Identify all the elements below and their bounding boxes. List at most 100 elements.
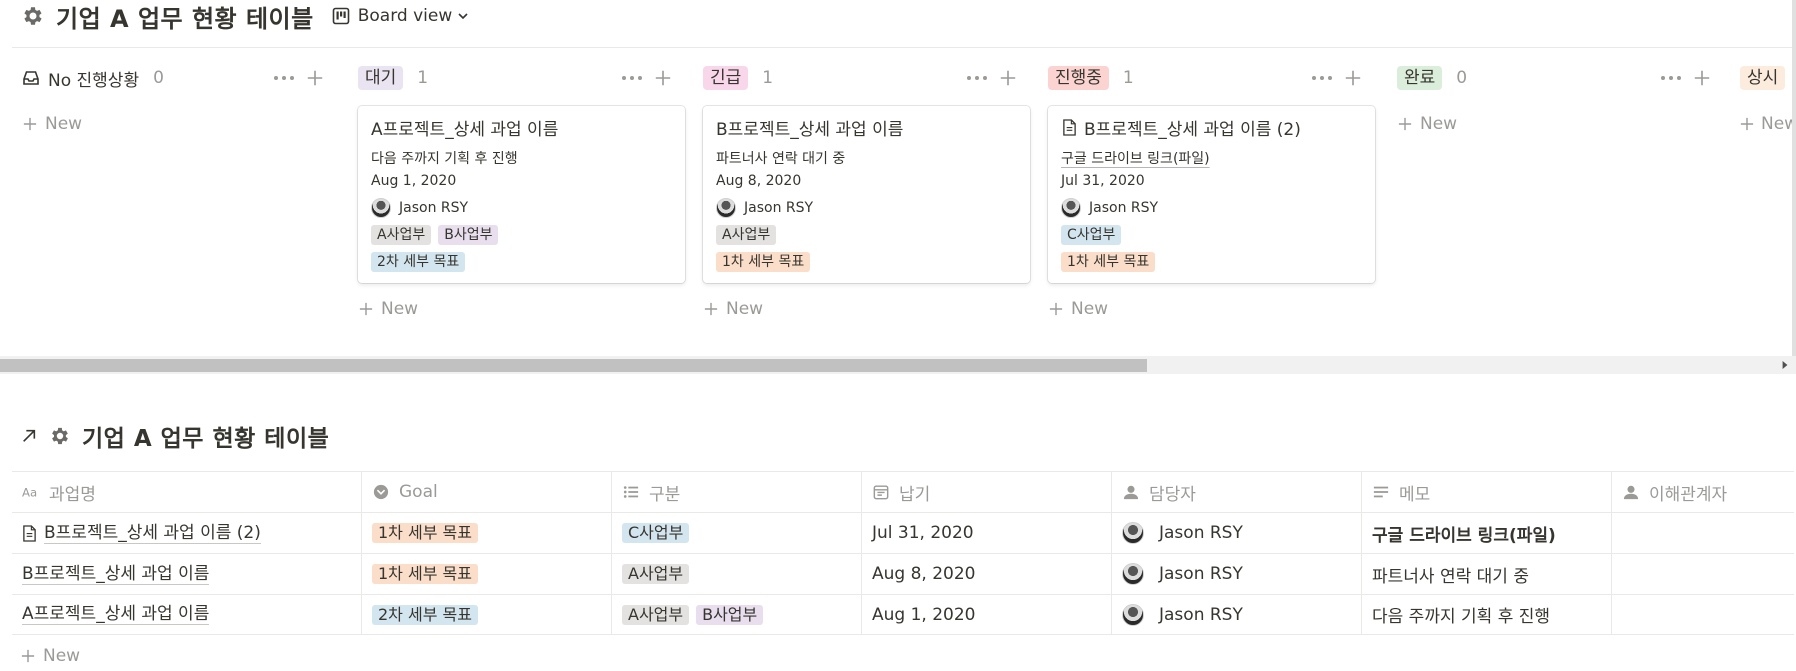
new-label: New	[1071, 299, 1109, 319]
board-card[interactable]: A프로젝트_상세 과업 이름 다음 주까지 기획 후 진행 Aug 1, 202…	[358, 106, 685, 283]
dept-cell[interactable]: A사업부	[612, 554, 862, 594]
more-options-icon[interactable]	[1660, 68, 1682, 88]
new-label: New	[1761, 114, 1792, 134]
goal-tag: 1차 세부 목표	[1061, 252, 1156, 272]
assignee-name: Jason RSY	[1089, 200, 1159, 216]
goal-cell[interactable]: 1차 세부 목표	[362, 554, 612, 594]
due-date-cell[interactable]: Aug 1, 2020	[862, 595, 1112, 634]
column-header-assignee[interactable]: 담당자	[1112, 472, 1362, 512]
assignee-cell[interactable]: Jason RSY	[1112, 595, 1362, 634]
plus-icon	[1048, 301, 1064, 317]
due-date-cell[interactable]: Jul 31, 2020	[862, 513, 1112, 553]
new-card-button[interactable]: New	[1740, 110, 1792, 138]
new-label: New	[43, 646, 81, 666]
plus-icon	[358, 301, 374, 317]
column-actions	[1311, 68, 1363, 88]
avatar	[1122, 522, 1144, 544]
new-card-button[interactable]: New	[22, 110, 337, 138]
board-view-label: Board view	[357, 6, 453, 26]
vertical-scrollbar[interactable]	[1792, 0, 1796, 374]
column-title[interactable]: 진행중	[1048, 66, 1109, 90]
memo-cell[interactable]: 다음 주까지 기획 후 진행	[1362, 595, 1612, 634]
stakeholder-cell[interactable]	[1612, 595, 1794, 634]
new-card-button[interactable]: New	[1397, 110, 1712, 138]
column-header-label: 이해관계자	[1649, 484, 1728, 505]
card-dept-tags: A사업부 B사업부	[371, 224, 672, 246]
add-card-icon[interactable]	[998, 68, 1018, 88]
gear-icon[interactable]	[48, 424, 72, 448]
column-title[interactable]: 긴급	[703, 66, 749, 90]
card-memo[interactable]: 구글 드라이브 링크(파일)	[1061, 148, 1362, 168]
table-new-row-button[interactable]: New	[20, 642, 80, 670]
task-name-cell[interactable]: B프로젝트_상세 과업 이름	[12, 554, 362, 594]
horizontal-scrollbar[interactable]	[0, 356, 1796, 374]
board-card[interactable]: B프로젝트_상세 과업 이름 (2) 구글 드라이브 링크(파일) Jul 31…	[1048, 106, 1375, 283]
document-icon	[22, 524, 37, 542]
card-goal-tags: 1차 세부 목표	[716, 251, 1017, 273]
stakeholder-cell[interactable]	[1612, 554, 1794, 594]
plus-icon	[1740, 116, 1754, 132]
column-header-memo[interactable]: 메모	[1362, 472, 1612, 512]
new-label: New	[726, 299, 764, 319]
memo-cell[interactable]: 파트너사 연락 대기 중	[1362, 554, 1612, 594]
board-view-dropdown[interactable]: Board view	[332, 6, 470, 26]
table-row[interactable]: B프로젝트_상세 과업 이름 (2) 1차 세부 목표 C사업부 Jul 31,…	[12, 512, 1794, 553]
column-title[interactable]: 상시	[1740, 66, 1786, 90]
more-options-icon[interactable]	[273, 68, 295, 88]
dept-cell[interactable]: C사업부	[612, 513, 862, 553]
avatar	[1122, 603, 1144, 626]
column-count: 1	[1122, 68, 1134, 88]
table-row[interactable]: A프로젝트_상세 과업 이름 2차 세부 목표 A사업부 B사업부 Aug 1,…	[12, 594, 1794, 635]
text-lines-icon	[1372, 483, 1390, 501]
column-title: No 진행상황	[48, 70, 140, 91]
task-name[interactable]: B프로젝트_상세 과업 이름	[22, 564, 210, 585]
add-card-icon[interactable]	[653, 68, 673, 88]
table-row[interactable]: B프로젝트_상세 과업 이름 1차 세부 목표 A사업부 Aug 8, 2020…	[12, 553, 1794, 594]
column-header-goal[interactable]: Goal	[362, 472, 612, 512]
board-divider	[12, 47, 1794, 48]
scrollbar-thumb[interactable]	[0, 359, 1147, 372]
due-date-cell[interactable]: Aug 8, 2020	[862, 554, 1112, 594]
dept-tag: B사업부	[438, 225, 499, 245]
add-card-icon[interactable]	[1692, 68, 1712, 88]
more-options-icon[interactable]	[621, 68, 643, 88]
column-header-dept[interactable]: 구분	[612, 472, 862, 512]
assignee-cell[interactable]: Jason RSY	[1112, 554, 1362, 594]
scroll-right-arrow-icon[interactable]	[1780, 360, 1790, 370]
add-card-icon[interactable]	[1343, 68, 1363, 88]
column-header-label: 구분	[649, 484, 681, 505]
task-name-cell[interactable]: B프로젝트_상세 과업 이름 (2)	[12, 513, 362, 553]
column-count: 0	[1456, 68, 1468, 88]
dept-cell[interactable]: A사업부 B사업부	[612, 595, 862, 634]
more-options-icon[interactable]	[1311, 68, 1333, 88]
new-card-button[interactable]: New	[703, 295, 1030, 323]
stakeholder-cell[interactable]	[1612, 513, 1794, 553]
column-header: 진행중 1	[1048, 60, 1375, 96]
board-card[interactable]: B프로젝트_상세 과업 이름 파트너사 연락 대기 중 Aug 8, 2020 …	[703, 106, 1030, 283]
card-memo: 다음 주까지 기획 후 진행	[371, 151, 518, 167]
assignee-cell[interactable]: Jason RSY	[1112, 513, 1362, 553]
more-options-icon[interactable]	[966, 68, 988, 88]
goal-cell[interactable]: 1차 세부 목표	[362, 513, 612, 553]
task-name[interactable]: B프로젝트_상세 과업 이름 (2)	[44, 523, 261, 544]
column-header-task[interactable]: Aa 과업명	[12, 472, 362, 512]
card-assignee: Jason RSY	[716, 197, 1017, 219]
goal-cell[interactable]: 2차 세부 목표	[362, 595, 612, 634]
table-title[interactable]: 기업 A 업무 현황 테이블	[82, 419, 329, 453]
gear-icon[interactable]	[20, 3, 46, 29]
column-title[interactable]: 완료	[1397, 66, 1443, 90]
task-name-cell[interactable]: A프로젝트_상세 과업 이름	[12, 595, 362, 634]
card-assignee: Jason RSY	[1061, 197, 1362, 219]
new-card-button[interactable]: New	[358, 295, 685, 323]
board-title[interactable]: 기업 A 업무 현황 테이블	[56, 0, 314, 34]
column-title[interactable]: 대기	[358, 66, 404, 90]
column-header-due[interactable]: 납기	[862, 472, 1112, 512]
new-card-button[interactable]: New	[1048, 295, 1375, 323]
avatar	[371, 198, 391, 218]
dept-tag: C사업부	[622, 523, 690, 543]
memo-cell[interactable]: 구글 드라이브 링크(파일)	[1362, 513, 1612, 553]
task-name[interactable]: A프로젝트_상세 과업 이름	[22, 604, 210, 625]
add-card-icon[interactable]	[305, 68, 325, 88]
column-actions	[621, 68, 673, 88]
column-header-stakeholder[interactable]: 이해관계자	[1612, 472, 1794, 512]
